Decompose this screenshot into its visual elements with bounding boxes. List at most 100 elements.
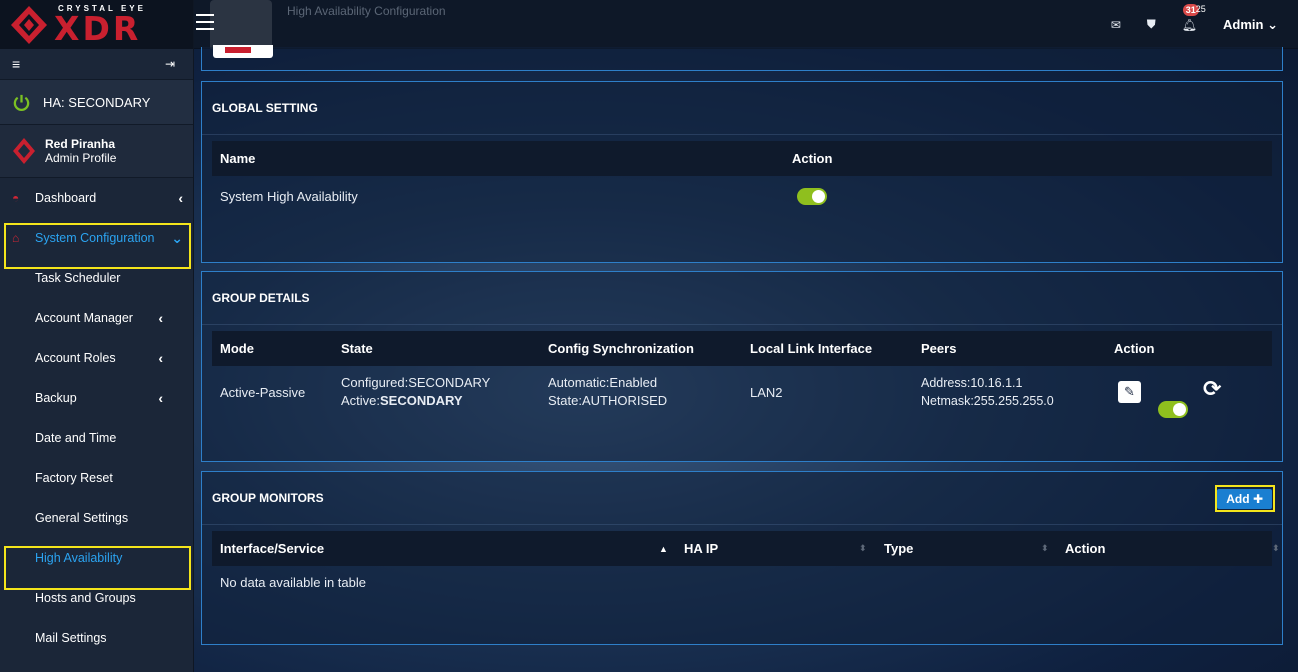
power-icon — [13, 94, 30, 111]
state-configured: Configured:SECONDARY — [341, 375, 491, 390]
global-setting-title: GLOBAL SETTING — [202, 82, 1282, 135]
sidebar-item-date-and-time[interactable]: Date and Time — [0, 418, 193, 458]
peer-address: Address:10.16.1.1 — [921, 376, 1023, 390]
group-monitors-table: Interface/Service ▲ HA IP ⬍ Type ⬍ Actio… — [212, 531, 1280, 598]
chevron-left-icon: ‹ — [158, 310, 163, 326]
menu-icon[interactable]: ≡ — [12, 56, 20, 72]
table-row: System High Availability — [212, 176, 1272, 216]
sidebar-item-account-manager[interactable]: Account Manager ‹ — [0, 298, 193, 338]
logout-icon[interactable]: ⇥ — [165, 57, 175, 71]
table-empty-row: No data available in table — [212, 566, 1272, 598]
sidebar-item-account-roles[interactable]: Account Roles ‹ — [0, 338, 193, 378]
sidebar-item-factory-reset[interactable]: Factory Reset — [0, 458, 193, 498]
profile-avatar-icon — [13, 138, 35, 164]
sidebar-item-label: Dashboard — [35, 191, 97, 205]
table-header: Mode State Config Synchronization Local … — [212, 331, 1272, 366]
highlight-high-availability — [4, 546, 191, 590]
sort-icon[interactable]: ⬍ — [1272, 543, 1280, 554]
chevron-left-icon: ‹ — [158, 350, 163, 366]
state-active-value: SECONDARY — [380, 393, 463, 408]
refresh-icon[interactable]: ⟳ — [1203, 376, 1221, 402]
shield-icon[interactable]: ⛊ — [1147, 17, 1156, 32]
group-enable-toggle[interactable] — [1158, 400, 1188, 418]
page-header-panel — [201, 45, 1283, 71]
highlight-system-configuration — [4, 223, 191, 269]
sidebar-item-mail-settings[interactable]: Mail Settings — [0, 618, 193, 658]
sidebar-item-label: Hosts and Groups — [35, 591, 136, 605]
table-header: Interface/Service ▲ HA IP ⬍ Type ⬍ Actio… — [212, 531, 1280, 566]
notification-count-secondary: 25 — [1195, 3, 1206, 14]
column-header-action[interactable]: Action — [1065, 541, 1105, 556]
sidebar-item-general-settings[interactable]: General Settings — [0, 498, 193, 538]
chevron-down-icon: ⌄ — [1267, 16, 1278, 32]
sidebar-item-backup[interactable]: Backup ‹ — [0, 378, 193, 418]
mail-icon[interactable]: ✉ — [1111, 18, 1121, 32]
peers-value: Address:10.16.1.1 Netmask:255.255.255.0 — [921, 374, 1054, 410]
sidebar-item-label: Task Scheduler — [35, 271, 121, 285]
chevron-left-icon: ‹ — [158, 390, 163, 406]
page-header-image — [213, 45, 273, 58]
state-value: Configured:SECONDARY Active:SECONDARY — [341, 374, 490, 410]
sidebar-item-label: Account Roles — [35, 351, 116, 365]
profile-name: Red Piranha — [45, 137, 116, 151]
sidebar-item-label: General Settings — [35, 511, 129, 525]
sidebar-item-label: Mail Settings — [35, 631, 107, 645]
column-header-interface[interactable]: Interface/Service — [220, 541, 324, 556]
global-setting-panel: GLOBAL SETTING Name Action System High A… — [201, 81, 1283, 263]
empty-table-message: No data available in table — [220, 574, 366, 590]
sync-mode: Automatic:Enabled — [548, 375, 658, 390]
sidebar-item-dashboard[interactable]: ◓ Dashboard ‹ — [0, 178, 193, 218]
ha-status-label: HA: SECONDARY — [43, 94, 151, 110]
state-active-label: Active: — [341, 393, 381, 408]
highlight-add-button — [1215, 485, 1275, 512]
column-header-state: State — [341, 341, 373, 356]
page-title: High Availability Configuration — [287, 4, 446, 18]
main-content: GLOBAL SETTING Name Action System High A… — [194, 45, 1298, 672]
logo[interactable]: CRYSTAL EYE XDR — [0, 0, 193, 49]
column-header-peers: Peers — [921, 341, 957, 356]
global-setting-table: Name Action System High Availability — [212, 141, 1272, 216]
topbar: High Availability Configuration ✉ ⛊ 🔔︎ 3… — [194, 0, 1298, 61]
column-header-local-link: Local Link Interface — [750, 341, 873, 356]
setting-name: System High Availability — [220, 188, 358, 204]
dashboard-icon: ◓ — [12, 191, 20, 205]
sidebar-item-label: Account Manager — [35, 311, 133, 325]
edit-icon[interactable]: ✎ — [1118, 381, 1141, 403]
column-header-action: Action — [1114, 341, 1155, 356]
group-monitors-panel: GROUP MONITORS Add ✚ Interface/Service ▲… — [201, 471, 1283, 645]
user-menu[interactable]: Admin ⌄ — [1223, 17, 1278, 33]
group-details-title: GROUP DETAILS — [202, 272, 1282, 325]
sidebar-item-label: Backup — [35, 391, 77, 405]
crystal-eye-logo-icon — [11, 5, 47, 44]
profile-role: Admin Profile — [45, 151, 117, 165]
table-row: Active-Passive Configured:SECONDARY Acti… — [212, 366, 1272, 418]
config-sync-value: Automatic:Enabled State:AUTHORISED — [548, 374, 667, 410]
sort-icon[interactable]: ⬍ — [859, 543, 867, 554]
logo-big-text: XDR — [54, 8, 142, 48]
column-header-ha-ip[interactable]: HA IP — [684, 541, 718, 556]
sync-state: State:AUTHORISED — [548, 393, 668, 408]
column-header-mode: Mode — [220, 341, 254, 356]
table-header: Name Action — [212, 141, 1272, 176]
column-header-config-sync: Config Synchronization — [548, 341, 694, 356]
group-details-panel: GROUP DETAILS Mode State Config Synchron… — [201, 271, 1283, 462]
local-link-value: LAN2 — [750, 384, 783, 400]
mode-value: Active-Passive — [220, 384, 306, 400]
high-availability-toggle[interactable] — [797, 187, 827, 205]
column-header-name: Name — [220, 151, 256, 166]
ha-status: HA: SECONDARY — [0, 80, 193, 125]
column-header-type[interactable]: Type — [884, 541, 913, 556]
sidebar-item-label: Date and Time — [35, 431, 117, 445]
chevron-left-icon: ‹ — [178, 190, 183, 206]
sidebar-tools: ≡ ⇥ — [0, 49, 193, 80]
peer-netmask: Netmask:255.255.255.0 — [921, 394, 1054, 408]
column-header-action: Action — [792, 151, 833, 166]
group-monitors-title: GROUP MONITORS — [202, 472, 1282, 525]
sort-icon[interactable]: ⬍ — [1041, 543, 1049, 554]
sort-asc-icon[interactable]: ▲ — [659, 544, 668, 554]
sidebar-item-label: Factory Reset — [35, 471, 113, 485]
sidebar: CRYSTAL EYE XDR ≡ ⇥ HA: SECONDARY Red Pi… — [0, 0, 194, 672]
profile[interactable]: Red Piranha Admin Profile — [0, 125, 193, 178]
user-name: Admin — [1223, 16, 1264, 32]
bell-icon[interactable]: 🔔︎ 31 25 — [1182, 3, 1206, 32]
